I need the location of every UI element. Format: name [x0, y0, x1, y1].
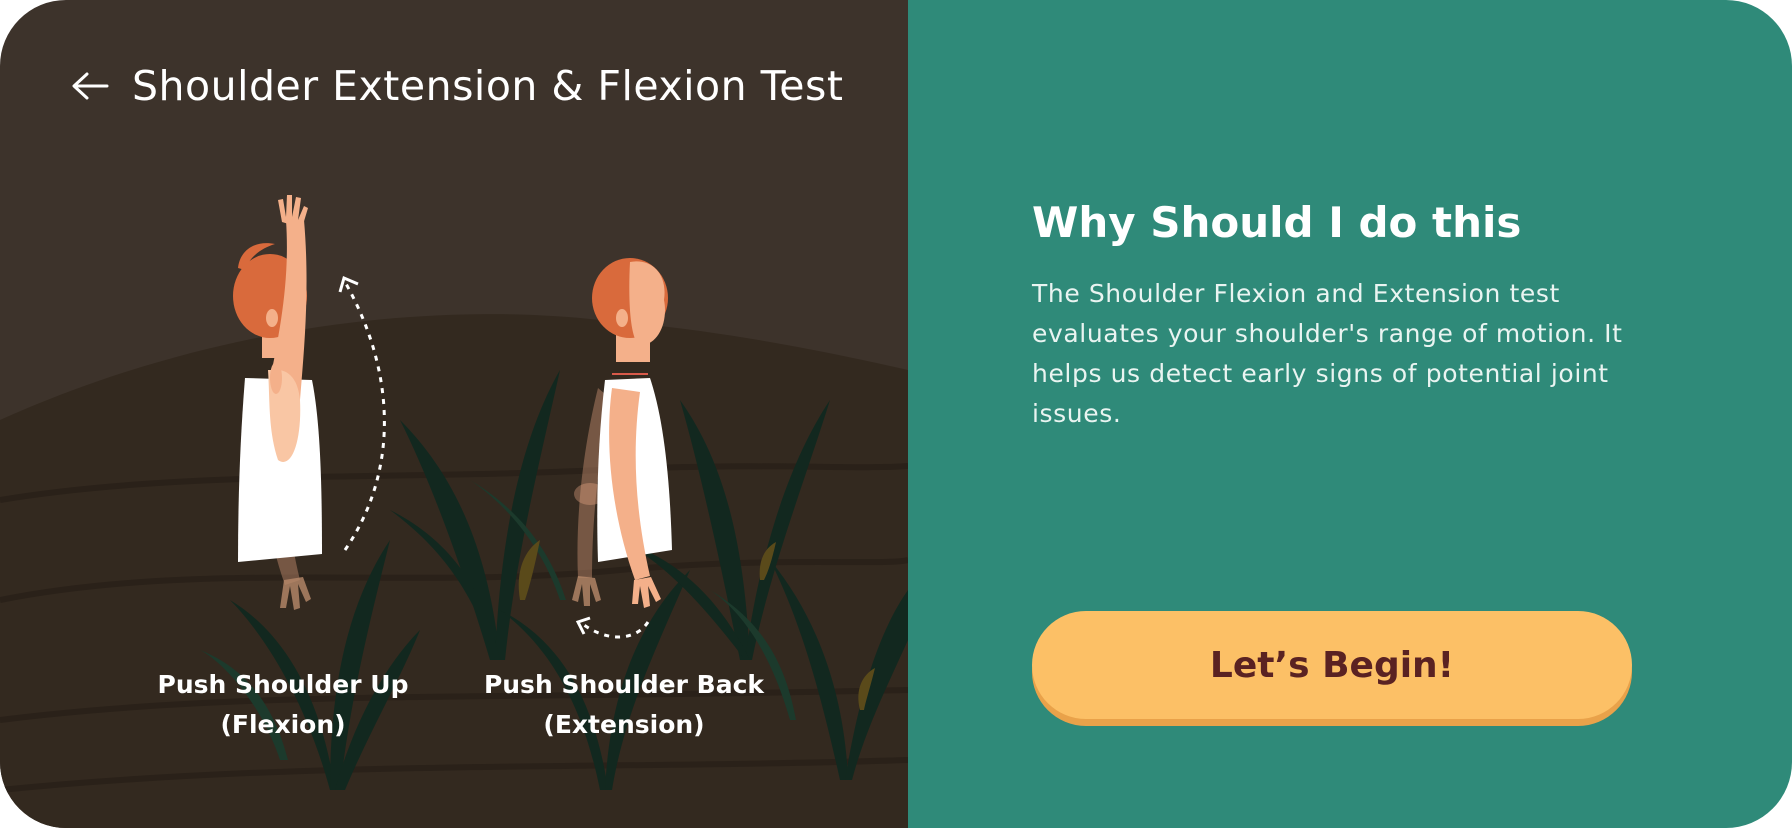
info-description: The Shoulder Flexion and Extension test … [1032, 279, 1623, 428]
lets-begin-label: Let’s Begin! [1209, 644, 1455, 686]
page-header: Shoulder Extension & Flexion Test [70, 62, 843, 110]
back-button[interactable] [70, 66, 110, 106]
extension-caption: Push Shoulder Back (Extension) [478, 665, 770, 745]
page-title: Shoulder Extension & Flexion Test [132, 62, 844, 110]
extension-caption-line2: (Extension) [543, 710, 705, 739]
extension-caption-line1: Push Shoulder Back [483, 670, 765, 699]
lets-begin-button[interactable]: Let’s Begin! [1032, 611, 1632, 719]
exercise-illustration [0, 195, 908, 828]
info-panel: Why Should I do this The Shoulder Flexio… [908, 0, 1792, 828]
flexion-caption-line1: Push Shoulder Up [157, 670, 409, 699]
flexion-caption-line2: (Flexion) [220, 710, 346, 739]
arrow-left-icon [72, 72, 109, 100]
illustration-panel: Shoulder Extension & Flexion Test Push S… [0, 0, 908, 828]
flexion-caption: Push Shoulder Up (Flexion) [150, 665, 416, 745]
app-frame: Shoulder Extension & Flexion Test Push S… [0, 0, 1792, 828]
info-heading: Why Should I do this [1032, 198, 1522, 247]
